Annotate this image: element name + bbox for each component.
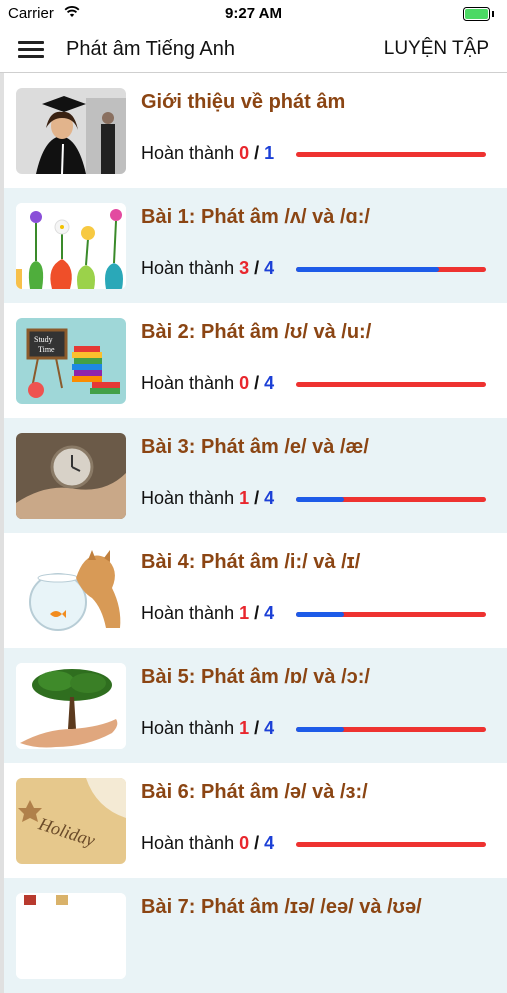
lesson-row[interactable]: Giới thiệu về phát âm Hoàn thành 0 / 1 [0, 73, 507, 188]
lesson-row[interactable]: Bài 4: Phát âm /i:/ và /ɪ/ Hoàn thành 1 … [0, 533, 507, 648]
progress-text: Hoàn thành 3 / 4 [141, 258, 275, 278]
lesson-row[interactable]: Holiday Bài 6: Phát âm /ə/ và /ɜ:/ Hoàn … [0, 763, 507, 878]
lesson-title: Bài 4: Phát âm /i:/ và /ɪ/ [141, 551, 361, 573]
svg-text:Study: Study [34, 335, 53, 344]
holiday-sand-thumbnail: Holiday [16, 778, 126, 864]
status-time: 9:27 AM [225, 5, 282, 22]
study-time-books-thumbnail: Study Time [16, 318, 126, 404]
progress-bar [296, 842, 486, 847]
status-bar: Carrier 9:27 AM [0, 0, 507, 28]
progress-bar-fill [296, 727, 344, 732]
progress-bar-fill [296, 497, 344, 502]
lesson-row[interactable]: Bài 5: Phát âm /ɒ/ và /ɔ:/ Hoàn thành 1 … [0, 648, 507, 763]
lesson-title: Bài 6: Phát âm /ə/ và /ɜ:/ [141, 781, 368, 803]
lesson-row[interactable]: Bài 7: Phát âm /ɪə/ /eə/ và /ʊə/ [0, 878, 507, 993]
hamburger-menu-icon[interactable] [18, 38, 44, 60]
progress-text: Hoàn thành 1 / 4 [141, 718, 275, 738]
progress-bar [296, 267, 486, 272]
partial-thumbnail [16, 893, 126, 979]
lesson-title: Bài 2: Phát âm /ʊ/ và /u:/ [141, 321, 372, 343]
svg-text:Time: Time [38, 345, 55, 354]
progress-text: Hoàn thành 0 / 1 [141, 143, 275, 163]
clock-in-hand-thumbnail [16, 433, 126, 519]
progress-bar [296, 497, 486, 502]
lesson-row[interactable]: Bài 3: Phát âm /e/ và /æ/ Hoàn thành 1 /… [0, 418, 507, 533]
practice-button[interactable]: LUYỆN TẬP [384, 38, 489, 60]
lesson-title: Giới thiệu về phát âm [141, 91, 346, 113]
lesson-row[interactable]: Bài 1: Phát âm /ʌ/ và /ɑ:/ Hoàn thành 3 … [0, 188, 507, 303]
progress-bar-fill [296, 612, 344, 617]
navigation-bar: Phát âm Tiếng Anh LUYỆN TẬP [0, 28, 507, 73]
lesson-list: Giới thiệu về phát âm Hoàn thành 0 / 1 B… [0, 73, 507, 993]
graduate-student-thumbnail [16, 88, 126, 174]
battery-icon [463, 7, 494, 21]
tree-in-hand-thumbnail [16, 663, 126, 749]
progress-bar [296, 612, 486, 617]
page-title: Phát âm Tiếng Anh [66, 38, 236, 60]
lesson-title: Bài 5: Phát âm /ɒ/ và /ɔ:/ [141, 666, 370, 688]
progress-text: Hoàn thành 0 / 4 [141, 373, 275, 393]
cat-fishbowl-thumbnail [16, 548, 126, 634]
progress-text: Hoàn thành 1 / 4 [141, 488, 275, 508]
lesson-title: Bài 1: Phát âm /ʌ/ và /ɑ:/ [141, 206, 370, 228]
lesson-row[interactable]: Study Time Bài 2: Phát âm /ʊ/ và /u:/ Ho… [0, 303, 507, 418]
lesson-title: Bài 7: Phát âm /ɪə/ /eə/ và /ʊə/ [141, 896, 422, 918]
progress-text: Hoàn thành 1 / 4 [141, 603, 275, 623]
progress-bar [296, 727, 486, 732]
lesson-title: Bài 3: Phát âm /e/ và /æ/ [141, 436, 369, 458]
flower-vases-thumbnail [16, 203, 126, 289]
progress-bar [296, 382, 486, 387]
progress-bar-fill [296, 267, 439, 272]
progress-bar [296, 152, 486, 157]
progress-text: Hoàn thành 0 / 4 [141, 833, 275, 853]
